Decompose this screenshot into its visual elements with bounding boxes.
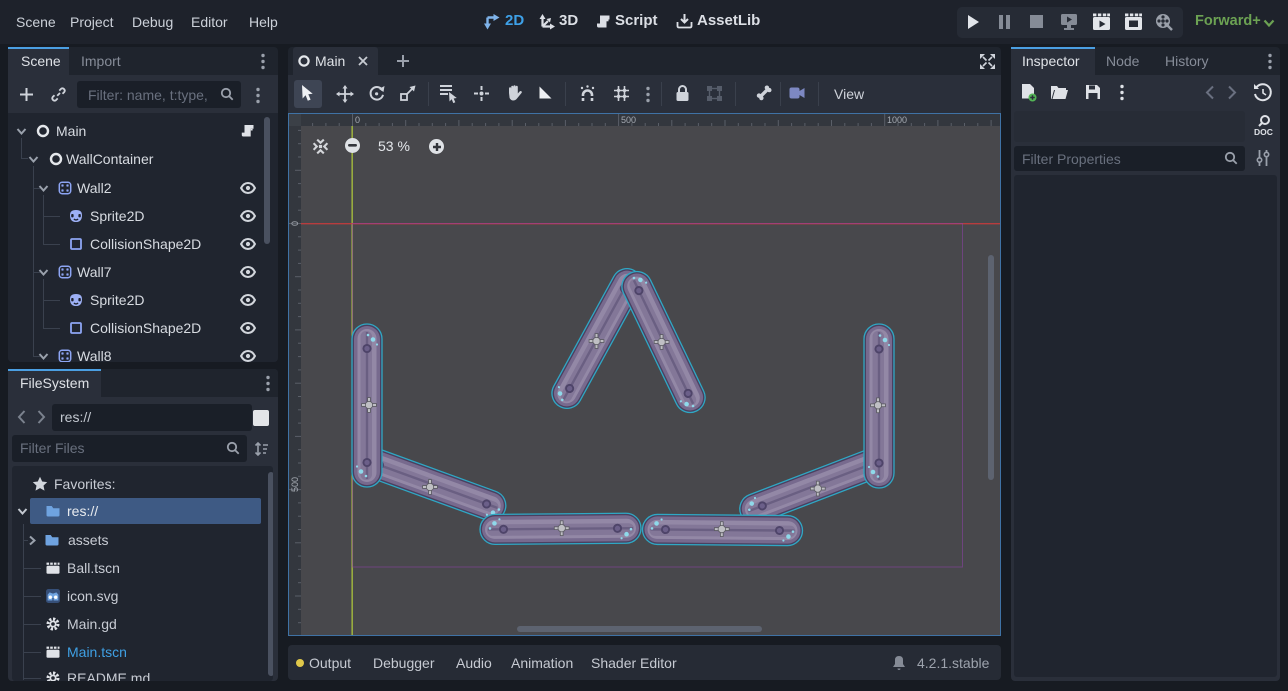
svg-text:500: 500 [621, 115, 636, 125]
svg-text:DOC: DOC [1254, 127, 1273, 137]
svg-text:0: 0 [290, 221, 300, 226]
svg-text:0: 0 [355, 115, 360, 125]
svg-text:1000: 1000 [887, 115, 907, 125]
svg-text:500: 500 [290, 477, 300, 492]
